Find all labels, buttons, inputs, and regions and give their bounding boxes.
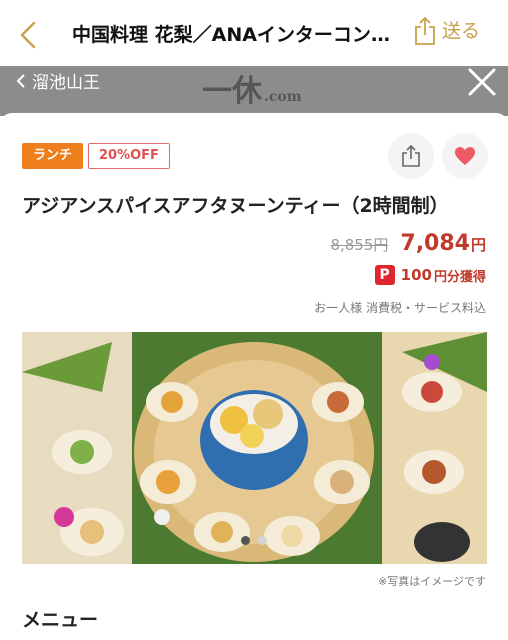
plan-title: アジアンスパイスアフタヌーンティー（2時間制） — [22, 195, 449, 217]
discount-tag: 20%OFF — [88, 143, 170, 169]
discounted-price: 7,084 — [400, 231, 470, 256]
chevron-left-icon — [16, 73, 25, 88]
afternoon-tea-image — [22, 332, 487, 564]
points-value: 100 — [400, 266, 432, 284]
logo-suffix: .com — [264, 89, 302, 105]
share-icon — [415, 16, 435, 45]
price-row: 8,855円 7,084 円 — [330, 231, 486, 256]
share-plan-button[interactable] — [388, 133, 434, 179]
photo-note: ※写真はイメージです — [378, 575, 486, 588]
favorite-button[interactable] — [442, 133, 488, 179]
page-title: 中国料理 花梨／ANAインターコンチネンタルホテル東京 — [72, 24, 394, 46]
points-unit: 円分獲得 — [433, 269, 486, 285]
carousel-dot-2[interactable] — [258, 536, 267, 545]
background-page-overlay: 溜池山王 一休 .com — [0, 66, 508, 116]
logo-main: 一休 — [202, 74, 262, 109]
original-price: 8,855円 — [330, 236, 389, 254]
plan-detail-sheet: ランチ 20%OFF アジアンスパイスアフタヌーンティー（2時間制） 8,855… — [0, 113, 508, 640]
paypay-points-icon: P — [374, 265, 395, 285]
points-row: P 100 円分獲得 — [374, 265, 486, 285]
send-button[interactable]: 送る — [414, 16, 480, 46]
back-chevron-icon[interactable] — [14, 20, 44, 50]
send-button-label: 送る — [442, 20, 481, 42]
carousel-indicator — [0, 536, 508, 545]
background-back-link: 溜池山王 — [16, 68, 100, 93]
background-back-label: 溜池山王 — [32, 73, 100, 93]
tax-note: お一人様 消費税・サービス料込 — [314, 301, 486, 315]
lunch-tag: ランチ — [22, 143, 84, 169]
price-currency: 円 — [470, 236, 486, 254]
share-icon — [402, 145, 420, 167]
heart-icon — [455, 147, 475, 165]
top-nav-bar: 中国料理 花梨／ANAインターコンチネンタルホテル東京 送る — [0, 0, 508, 66]
close-icon[interactable] — [466, 66, 498, 98]
menu-section-heading: メニュー — [22, 609, 99, 631]
plan-photo[interactable] — [22, 332, 487, 564]
carousel-dot-1[interactable] — [241, 536, 250, 545]
ikyu-logo: 一休 .com — [202, 66, 302, 110]
